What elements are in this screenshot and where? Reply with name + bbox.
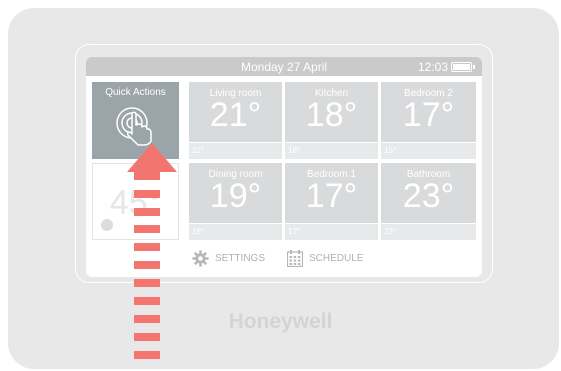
- swipe-up-arrow-icon: [127, 143, 177, 359]
